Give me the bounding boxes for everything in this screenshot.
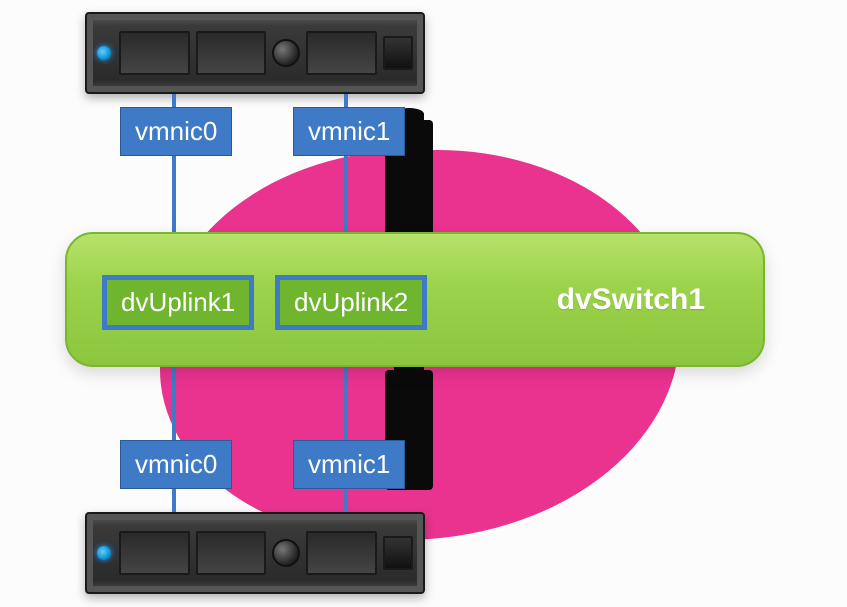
power-led-icon xyxy=(97,46,111,60)
vmnic-label-bottom-0: vmnic0 xyxy=(120,440,232,489)
drive-bay xyxy=(196,31,267,75)
vmnic-label-top-0: vmnic0 xyxy=(120,107,232,156)
drive-bay xyxy=(119,531,190,575)
dvswitch-name: dvSwitch1 xyxy=(557,283,705,317)
connector-line xyxy=(344,94,348,107)
dvuplink-2: dvUplink2 xyxy=(275,275,427,330)
vmnic-label-bottom-1: vmnic1 xyxy=(293,440,405,489)
esxi-host-bottom xyxy=(85,512,425,594)
power-led-icon xyxy=(97,546,111,560)
connector-line xyxy=(172,94,176,107)
drive-bay xyxy=(119,31,190,75)
power-button-icon xyxy=(272,539,300,567)
drive-bay xyxy=(196,531,267,575)
drive-bay xyxy=(306,31,377,75)
vmnic-label-top-1: vmnic1 xyxy=(293,107,405,156)
power-button-icon xyxy=(272,39,300,67)
dvuplink-1: dvUplink1 xyxy=(102,275,254,330)
esxi-host-top xyxy=(85,12,425,94)
drive-bay xyxy=(306,531,377,575)
io-port-icon xyxy=(383,536,413,570)
dvswitch-topology-diagram: vmnic0 vmnic1 dvSwitch1 dvUplink1 dvUpli… xyxy=(0,0,847,607)
io-port-icon xyxy=(383,36,413,70)
